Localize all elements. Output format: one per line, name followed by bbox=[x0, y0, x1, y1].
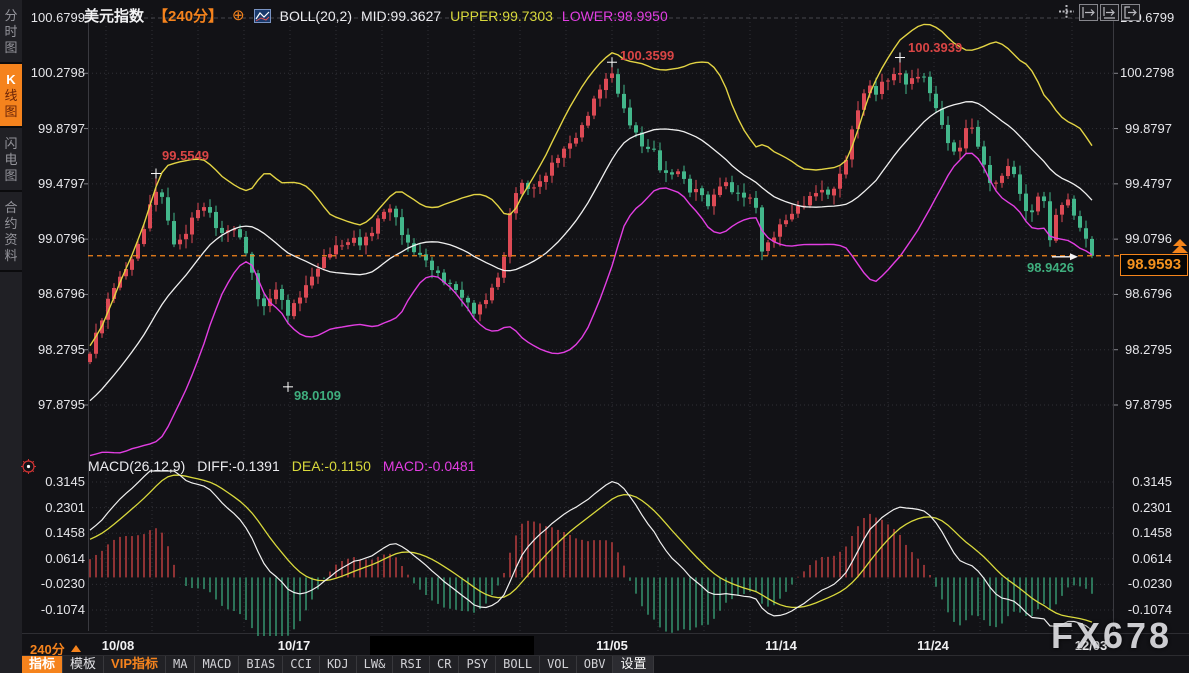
macd-axis-label-right: 0.3145 bbox=[1120, 474, 1172, 489]
chart-application: 分时图K线图闪电图合约资料 美元指数 【240分】 ⊕ BOLL(20,2) M… bbox=[0, 0, 1189, 673]
macd-params-label: MACD(26,12,9) bbox=[88, 458, 185, 474]
add-indicator-icon[interactable]: ⊕ bbox=[232, 9, 245, 23]
toolbar-button-cr[interactable]: CR bbox=[430, 656, 459, 673]
toolbar-button-rsi[interactable]: RSI bbox=[393, 656, 430, 673]
toolbar-button-cci[interactable]: CCI bbox=[283, 656, 320, 673]
last-price-box: 98.9593 bbox=[1120, 254, 1188, 276]
toolbar-button-lw[interactable]: LW& bbox=[357, 656, 394, 673]
toolbar-button-模板[interactable]: 模板 bbox=[63, 656, 104, 673]
fit-horizontal-icon[interactable] bbox=[1079, 4, 1098, 21]
boll-upper-value: UPPER:99.7303 bbox=[450, 8, 553, 24]
date-axis-label: 10/17 bbox=[266, 638, 322, 653]
toolbar-button-boll[interactable]: BOLL bbox=[496, 656, 540, 673]
boll-mid-value: MID:99.3627 bbox=[361, 8, 441, 24]
price-axis-label-left: 99.4797 bbox=[25, 176, 85, 191]
toolbar-button-vip指标[interactable]: VIP指标 bbox=[104, 656, 166, 673]
sidebar-tab-1[interactable]: 分时图 bbox=[0, 0, 22, 64]
price-axis-label-right: 99.0796 bbox=[1120, 231, 1172, 246]
price-annotation: 98.0109 bbox=[294, 388, 341, 403]
macd-header: MACD(26,12,9) DIFF:-0.1391 DEA:-0.1150 M… bbox=[88, 458, 475, 474]
indicator-settings-icon[interactable] bbox=[20, 458, 37, 475]
toolbar-button-psy[interactable]: PSY bbox=[459, 656, 496, 673]
macd-axis-label-right: 0.0614 bbox=[1120, 551, 1172, 566]
date-axis-label: 11/14 bbox=[753, 638, 809, 653]
price-axis-label-right: 97.8795 bbox=[1120, 397, 1172, 412]
date-axis-label: 11/05 bbox=[584, 638, 640, 653]
boll-label: BOLL(20,2) bbox=[280, 8, 352, 24]
sidebar-tab-2[interactable]: K线图 bbox=[0, 64, 22, 128]
price-annotation: 100.3599 bbox=[620, 48, 674, 63]
price-axis-label-left: 100.2798 bbox=[25, 65, 85, 80]
macd-axis-label-right: 0.1458 bbox=[1120, 525, 1172, 540]
price-annotation: 99.5549 bbox=[162, 148, 209, 163]
macd-axis-label-left: 0.0614 bbox=[25, 551, 85, 566]
price-axis-label-left: 98.2795 bbox=[25, 342, 85, 357]
price-axis-label-right: 100.2798 bbox=[1120, 65, 1172, 80]
price-axis-label-right: 99.4797 bbox=[1120, 176, 1172, 191]
macd-axis-label-right: 0.2301 bbox=[1120, 500, 1172, 515]
price-chart-canvas[interactable] bbox=[0, 0, 1189, 660]
toolbar-button-macd[interactable]: MACD bbox=[195, 656, 239, 673]
macd-axis-label-left: -0.1074 bbox=[25, 602, 85, 617]
instrument-title: 美元指数 bbox=[84, 5, 144, 26]
price-axis-label-left: 98.6796 bbox=[25, 286, 85, 301]
sidebar-tab-3[interactable]: 闪电图 bbox=[0, 128, 22, 192]
macd-dea-value: DEA:-0.1150 bbox=[292, 458, 371, 474]
boll-lower-value: LOWER:98.9950 bbox=[562, 8, 668, 24]
price-axis-label-left: 99.0796 bbox=[25, 231, 85, 246]
price-axis-label-left: 99.8797 bbox=[25, 121, 85, 136]
toolbar-button-vol[interactable]: VOL bbox=[540, 656, 577, 673]
price-annotation: 98.9426 bbox=[1000, 260, 1074, 275]
fit-vertical-icon[interactable] bbox=[1100, 4, 1119, 21]
macd-diff-value: DIFF:-0.1391 bbox=[197, 458, 279, 474]
macd-axis-label-left: -0.0230 bbox=[25, 576, 85, 591]
price-axis-label-left: 97.8795 bbox=[25, 397, 85, 412]
chart-header: 美元指数 【240分】 ⊕ BOLL(20,2) MID:99.3627 UPP… bbox=[84, 5, 668, 26]
macd-axis-label-left: 0.2301 bbox=[25, 500, 85, 515]
toolbar-button-ma[interactable]: MA bbox=[166, 656, 195, 673]
macd-axis-label-right: -0.0230 bbox=[1120, 576, 1172, 591]
date-axis-label: 11/24 bbox=[905, 638, 961, 653]
indicator-toolbar: 指标模板VIP指标MAMACDBIASCCIKDJLW&RSICRPSYBOLL… bbox=[22, 655, 1189, 673]
triangle-up-icon bbox=[71, 645, 81, 652]
left-sidebar: 分时图K线图闪电图合约资料 bbox=[0, 0, 22, 673]
blackout-overlay bbox=[370, 636, 534, 656]
toolbar-button-设置[interactable]: 设置 bbox=[613, 656, 654, 673]
price-axis-label-right: 98.6796 bbox=[1120, 286, 1172, 301]
pan-crosshair-icon[interactable] bbox=[1058, 4, 1075, 19]
price-annotation: 100.3939 bbox=[908, 40, 962, 55]
last-price-value: 98.9593 bbox=[1127, 256, 1181, 273]
watermark: FX678 bbox=[1051, 615, 1172, 657]
chart-type-icon[interactable] bbox=[254, 9, 271, 23]
macd-value: MACD:-0.0481 bbox=[383, 458, 476, 474]
price-axis-label-right: 98.2795 bbox=[1120, 342, 1172, 357]
toolbar-button-指标[interactable]: 指标 bbox=[22, 656, 63, 673]
macd-axis-label-left: 0.3145 bbox=[25, 474, 85, 489]
date-axis-label: 10/08 bbox=[90, 638, 146, 653]
toolbar-button-kdj[interactable]: KDJ bbox=[320, 656, 357, 673]
toolbar-button-obv[interactable]: OBV bbox=[577, 656, 614, 673]
price-axis-label-left: 100.6799 bbox=[25, 10, 85, 25]
timeframe-label[interactable]: 【240分】 bbox=[153, 5, 223, 26]
exit-right-icon[interactable] bbox=[1121, 4, 1140, 21]
macd-axis-label-left: 0.1458 bbox=[25, 525, 85, 540]
sidebar-tab-4[interactable]: 合约资料 bbox=[0, 192, 22, 272]
price-axis-label-right: 99.8797 bbox=[1120, 121, 1172, 136]
toolbar-button-bias[interactable]: BIAS bbox=[239, 656, 283, 673]
